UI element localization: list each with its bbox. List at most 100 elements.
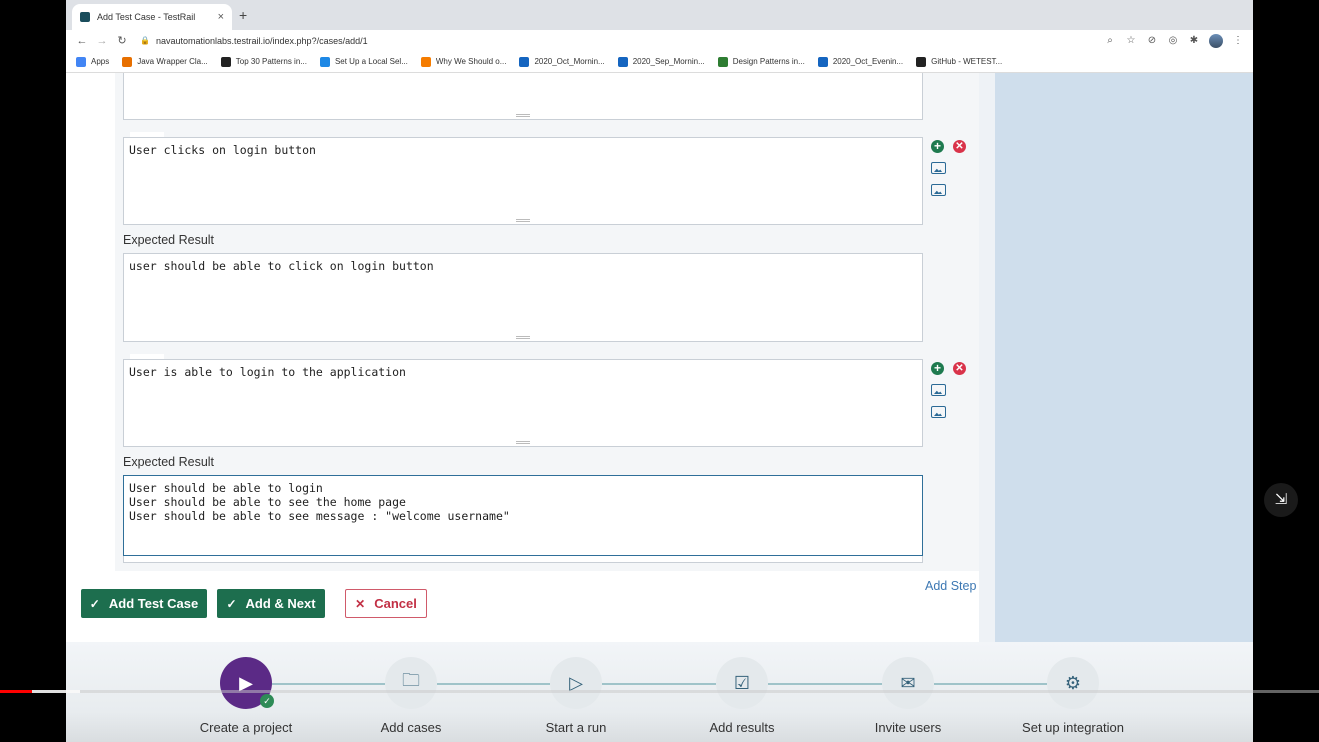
testrail-page: 3 ↑↓ User clicks on login button Expecte… [66, 73, 1253, 642]
step-description-field[interactable]: User is able to login to the application [123, 359, 923, 447]
onboarding-step-label: Create a project [199, 720, 293, 735]
onboarding-step-label: Add cases [380, 720, 442, 735]
completed-check-icon: ✓ [260, 694, 274, 708]
bookmark-favicon-icon [76, 56, 86, 67]
add-image-icon[interactable] [931, 384, 946, 396]
bookmark-item[interactable]: Java Wrapper Cla... [122, 56, 208, 67]
reload-icon[interactable]: ↻ [112, 34, 132, 47]
onboarding-step-4[interactable]: ☑ [716, 657, 768, 709]
onboarding-connector [934, 683, 1047, 685]
delete-step-icon[interactable]: ✕ [953, 140, 966, 153]
bookmark-favicon-icon [717, 56, 728, 67]
bookmark-favicon-icon [916, 56, 927, 67]
onboarding-connector [272, 683, 385, 685]
address-bar[interactable]: navautomationlabs.testrail.io/index.php?… [156, 36, 1104, 46]
bookmark-label: 2020_Sep_Mornin... [632, 57, 705, 66]
add-and-next-button[interactable]: ✓ Add & Next [217, 589, 325, 618]
miniplayer-icon[interactable]: ⇲ [1264, 483, 1298, 517]
cancel-label: Cancel [374, 596, 417, 611]
bookmark-star-icon[interactable]: ☆ [1125, 35, 1137, 47]
add-step-plus-icon[interactable]: + [931, 140, 944, 153]
expected-result-field[interactable]: user should be able to click on login bu… [123, 253, 923, 342]
add-step-link[interactable]: Add Step [925, 579, 976, 593]
bookmark-item[interactable]: Why We Should o... [420, 56, 507, 67]
bookmark-item[interactable]: Top 30 Patterns in... [220, 56, 307, 67]
step-description-text: User is able to login to the application [129, 365, 406, 379]
video-buffered [32, 690, 80, 693]
bookmark-item[interactable]: Design Patterns in... [717, 56, 805, 67]
steps-editor: 3 ↑↓ User clicks on login button Expecte… [115, 73, 979, 571]
video-played [0, 690, 32, 693]
extension-2-icon[interactable]: ◎ [1167, 35, 1179, 47]
forward-icon[interactable]: → [92, 35, 112, 47]
bookmark-item[interactable]: Set Up a Local Sel... [319, 56, 408, 67]
onboarding-step-5[interactable]: ✉ [882, 657, 934, 709]
add-test-case-button[interactable]: ✓ Add Test Case [81, 589, 207, 618]
bookmark-favicon-icon [519, 56, 530, 67]
bookmark-favicon-icon [817, 56, 828, 67]
testrail-favicon-icon [80, 12, 90, 22]
bookmark-item[interactable]: Apps [76, 56, 110, 67]
new-tab-button[interactable]: + [239, 7, 247, 23]
tab-close-icon[interactable]: × [218, 11, 224, 23]
bookmark-item[interactable]: 2020_Oct_Mornin... [519, 56, 605, 67]
browser-toolbar: ← → ↻ 🔒 navautomationlabs.testrail.io/in… [66, 30, 1253, 51]
profile-avatar[interactable] [1209, 33, 1223, 48]
resize-grip[interactable] [516, 441, 530, 444]
add-image-icon[interactable] [931, 406, 946, 418]
bookmark-label: Apps [91, 57, 110, 66]
onboarding-step-label: Start a run [545, 720, 607, 735]
step-description-field[interactable]: User clicks on login button [123, 137, 923, 225]
bookmark-label: Set Up a Local Sel... [334, 57, 408, 66]
zoom-icon[interactable]: ⌕ [1104, 35, 1116, 47]
check-icon: ✓ [226, 596, 237, 611]
resize-grip-bar[interactable] [123, 556, 923, 563]
bookmark-label: Top 30 Patterns in... [235, 57, 307, 66]
resize-grip[interactable] [516, 114, 530, 117]
step-description-text: User clicks on login button [129, 143, 316, 157]
add-step-plus-icon[interactable]: + [931, 362, 944, 375]
right-sidebar-panel [995, 73, 1253, 642]
panel-divider [979, 73, 995, 642]
expected-result-text: user should be able to click on login bu… [129, 259, 434, 273]
delete-step-icon[interactable]: ✕ [953, 362, 966, 375]
close-icon: ✕ [355, 596, 366, 611]
puzzle-icon[interactable]: ✱ [1188, 35, 1200, 47]
onboarding-step-label: Set up integration [1022, 720, 1124, 735]
onboarding-step-6[interactable]: ⚙ [1047, 657, 1099, 709]
bookmark-label: Why We Should o... [435, 57, 507, 66]
add-and-next-label: Add & Next [245, 596, 316, 611]
bookmark-label: 2020_Oct_Mornin... [534, 57, 605, 66]
resize-grip[interactable] [516, 336, 530, 339]
add-image-icon[interactable] [931, 162, 946, 174]
back-icon[interactable]: ← [72, 35, 92, 47]
bookmark-label: Design Patterns in... [732, 57, 805, 66]
extension-icon[interactable]: ⊘ [1146, 35, 1158, 47]
resize-grip[interactable] [516, 219, 530, 222]
bookmark-item[interactable]: GitHub - WETEST... [916, 56, 1002, 67]
add-test-case-label: Add Test Case [108, 596, 199, 611]
expected-result-field-active[interactable]: User should be able to login User should… [123, 475, 923, 556]
video-progress-bar[interactable] [0, 690, 1319, 693]
bookmark-favicon-icon [220, 56, 231, 67]
folder-add-icon: 🗀 [402, 670, 420, 690]
browser-tab[interactable]: Add Test Case - TestRail × [72, 4, 232, 30]
bookmarks-bar: Apps Java Wrapper Cla... Top 30 Patterns i… [66, 51, 1253, 73]
tab-title: Add Test Case - TestRail [97, 12, 196, 22]
previous-step-expected-field[interactable] [123, 73, 923, 120]
expected-result-label: Expected Result [123, 455, 215, 469]
bookmark-item[interactable]: 2020_Sep_Mornin... [617, 56, 705, 67]
bookmark-favicon-icon [420, 56, 431, 67]
add-image-icon[interactable] [931, 184, 946, 196]
bookmark-favicon-icon [122, 56, 133, 67]
onboarding-step-1[interactable]: ▶ ✓ [220, 657, 274, 709]
expected-result-text: User should be able to login User should… [129, 481, 510, 523]
bookmark-item[interactable]: 2020_Oct_Evenin... [817, 56, 903, 67]
cancel-button[interactable]: ✕ Cancel [345, 589, 427, 618]
onboarding-connector [437, 683, 550, 685]
onboarding-step-3[interactable]: ▷ [550, 657, 602, 709]
menu-kebab-icon[interactable]: ⋮ [1232, 35, 1244, 47]
expected-result-label: Expected Result [123, 233, 215, 247]
onboarding-connector [768, 683, 882, 685]
onboarding-step-2[interactable]: 🗀 [385, 657, 437, 709]
